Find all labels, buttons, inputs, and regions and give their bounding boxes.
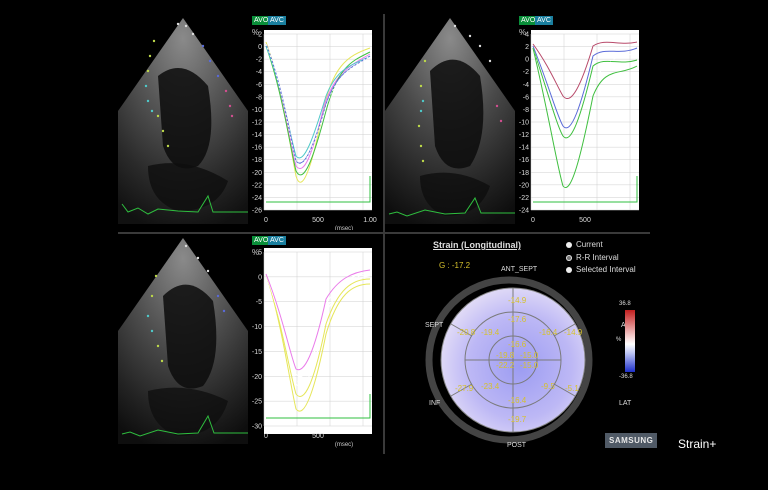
y-tick-label: -16 bbox=[252, 145, 262, 152]
y-tick-label: -10 bbox=[252, 324, 262, 331]
segment-outer-bottom: -19.7 bbox=[508, 415, 527, 424]
y-tick-label: 2 bbox=[525, 44, 529, 51]
segment-mid-bottom: -16.4 bbox=[508, 396, 527, 405]
legend-rr-label: R-R Interval bbox=[576, 253, 619, 262]
x-unit-label: (msec) bbox=[335, 442, 353, 448]
segment-mid-bottom-right: -9.5 bbox=[541, 382, 555, 391]
avc-marker: AVC bbox=[535, 16, 553, 25]
segment-apex-bottom-left: -22.2 bbox=[496, 361, 515, 370]
strain-graph-top-right: 4 2 0 -2 -4 -6 -8 -10 -12 -14 -16 -18 -20 -22 -24 0 500 bbox=[519, 30, 639, 224]
y-tick-label: -18 bbox=[252, 157, 262, 164]
y-tick-label: -18 bbox=[519, 170, 529, 177]
y-tick-label: -24 bbox=[252, 195, 262, 202]
y-tick-label: -2 bbox=[523, 69, 529, 76]
avc-marker: AVC bbox=[268, 16, 286, 25]
segment-outer-bottom-left: -27.9 bbox=[455, 384, 474, 393]
segment-apex-top: -16.6 bbox=[508, 340, 527, 349]
echo-image-apical-long-axis bbox=[118, 18, 248, 224]
y-tick-label: -12 bbox=[252, 120, 262, 127]
y-tick-label: -16 bbox=[519, 157, 529, 164]
y-tick-label: -10 bbox=[252, 107, 262, 114]
segment-outer-left: -20.8 bbox=[457, 328, 476, 337]
legend-current[interactable]: Current bbox=[566, 240, 603, 249]
y-tick-label: -6 bbox=[523, 94, 529, 101]
x-unit-label: (msec) bbox=[335, 226, 353, 230]
y-tick-label: -20 bbox=[252, 170, 262, 177]
y-tick-label: -24 bbox=[519, 208, 529, 215]
x-tick-label: 500 bbox=[312, 433, 324, 440]
y-tick-label: -22 bbox=[252, 182, 262, 189]
y-tick-label: -20 bbox=[519, 182, 529, 189]
y-tick-label: -20 bbox=[252, 374, 262, 381]
y-tick-label: 4 bbox=[525, 32, 529, 39]
y-tick-label: -4 bbox=[523, 82, 529, 89]
segment-mid-right: -16.4 bbox=[539, 328, 558, 337]
x-tick-label: 0 bbox=[531, 217, 535, 224]
y-tick-label: -15 bbox=[252, 349, 262, 356]
x-tick-label: 500 bbox=[312, 217, 324, 224]
segment-apex-right: -15.0 bbox=[520, 351, 539, 360]
segment-apex-bottom-right: -15.0 bbox=[520, 361, 539, 370]
panel-top-right: AVO AVC % 4 2 0 -2 -4 -6 -8 -10 -12 -14 -16 -18 -20-… bbox=[385, 14, 649, 230]
segment-outer-right: -14.9 bbox=[564, 328, 583, 337]
segment-mid-bottom-left: -23.4 bbox=[481, 382, 500, 391]
strain-graph-top-left: 2 0 -2 -4 -6 -8 -10 -12 -14 -16 -18 -20 -22 -24 -26 0 5… bbox=[252, 30, 377, 230]
y-tick-label: -8 bbox=[523, 107, 529, 114]
echo-image-two-chamber bbox=[118, 238, 248, 444]
x-tick-label: 0 bbox=[264, 217, 268, 224]
x-tick-label: 0 bbox=[264, 433, 268, 440]
segment-mid-left: -19.4 bbox=[481, 328, 500, 337]
x-tick-label: 1.00 bbox=[363, 217, 377, 224]
y-tick-label: 2 bbox=[258, 32, 262, 39]
wall-label-ant-sept: ANT_SEPT bbox=[501, 266, 538, 273]
y-tick-label: 0 bbox=[525, 57, 529, 64]
panel-bottom-left: AVO AVC % 5 0 -5 -10 -15 -20 -25 -30 0 500 (msec) bbox=[118, 234, 382, 454]
panel-top-left: AVO AVC % 2 0 -2 -4 -6 -8 -10 -12 -14 -16 -18 -20 -2… bbox=[118, 14, 382, 230]
product-label: Strain+ bbox=[678, 437, 717, 451]
y-tick-label: -12 bbox=[519, 132, 529, 139]
segment-mid-top: -17.6 bbox=[508, 315, 527, 324]
y-tick-label: -10 bbox=[519, 120, 529, 127]
x-tick-label: 500 bbox=[579, 217, 591, 224]
y-tick-label: -22 bbox=[519, 195, 529, 202]
y-tick-label: -4 bbox=[256, 69, 262, 76]
global-strain-value: G : -17.2 bbox=[439, 261, 471, 270]
current-radio-icon bbox=[566, 241, 572, 248]
y-tick-label: -26 bbox=[252, 208, 262, 215]
colorbar-unit: % bbox=[616, 337, 622, 343]
wall-label-inf: INF bbox=[429, 400, 441, 407]
bullseye-title: Strain (Longitudinal) bbox=[433, 240, 521, 250]
echo-image-four-chamber bbox=[385, 18, 515, 224]
samsung-logo: SAMSUNG bbox=[605, 433, 658, 448]
y-tick-label: 5 bbox=[258, 250, 262, 257]
segment-outer-top: -14.9 bbox=[508, 296, 527, 305]
panel-bullseye: Strain (Longitudinal) G : -17.2 Current … bbox=[385, 234, 658, 454]
wall-label-sept: SEPT bbox=[425, 322, 444, 329]
y-tick-label: -8 bbox=[256, 94, 262, 101]
segment-apex-left: -19.8 bbox=[496, 351, 515, 360]
legend-rr-interval[interactable]: R-R Interval bbox=[566, 253, 619, 262]
y-tick-label: -14 bbox=[252, 132, 262, 139]
colorbar-max: 36.8 bbox=[619, 301, 631, 307]
y-tick-label: -5 bbox=[256, 299, 262, 306]
y-tick-label: -14 bbox=[519, 145, 529, 152]
y-tick-label: 0 bbox=[258, 274, 262, 281]
y-tick-label: -6 bbox=[256, 82, 262, 89]
wall-label-lat: LAT bbox=[619, 400, 632, 407]
legend-current-label: Current bbox=[576, 240, 603, 249]
y-tick-label: 0 bbox=[258, 44, 262, 51]
wall-label-post: POST bbox=[507, 442, 527, 449]
colorbar-min: -36.8 bbox=[619, 374, 633, 380]
rr-interval-radio-icon bbox=[566, 254, 572, 261]
strain-graph-bottom-left: 5 0 -5 -10 -15 -20 -25 -30 0 500 (msec) bbox=[252, 248, 372, 448]
y-tick-label: -30 bbox=[252, 424, 262, 431]
strain-colorbar bbox=[625, 310, 635, 372]
segment-outer-bottom-right: -5.1 bbox=[565, 384, 579, 393]
y-tick-label: -25 bbox=[252, 399, 262, 406]
y-tick-label: -2 bbox=[256, 57, 262, 64]
